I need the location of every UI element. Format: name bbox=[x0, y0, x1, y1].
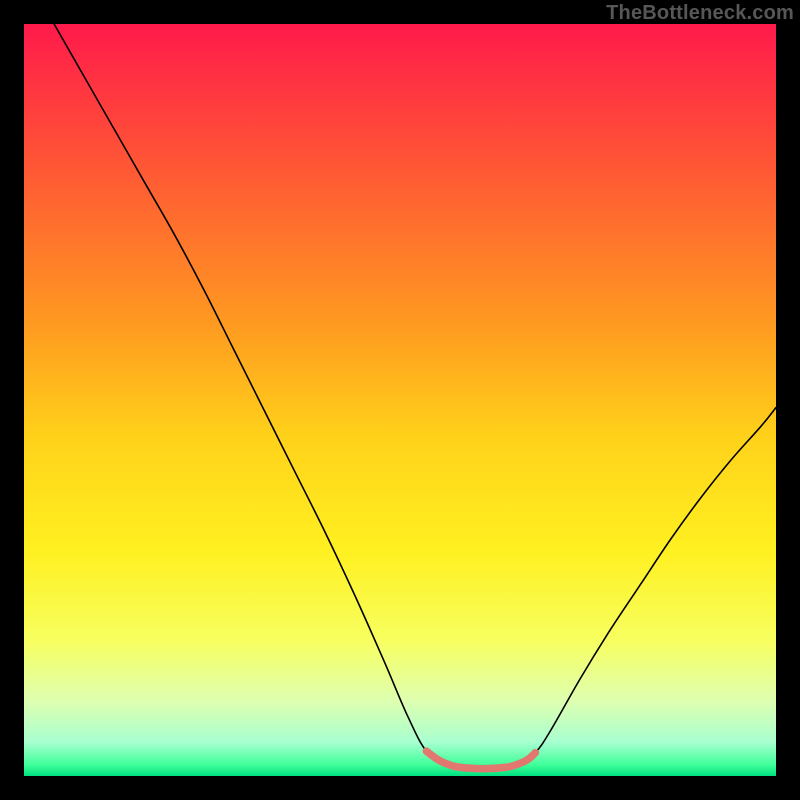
chart-frame: TheBottleneck.com bbox=[0, 0, 800, 800]
watermark-text: TheBottleneck.com bbox=[606, 2, 794, 25]
plot-area bbox=[24, 24, 776, 776]
gradient-background bbox=[24, 24, 776, 776]
bottleneck-chart bbox=[24, 24, 776, 776]
